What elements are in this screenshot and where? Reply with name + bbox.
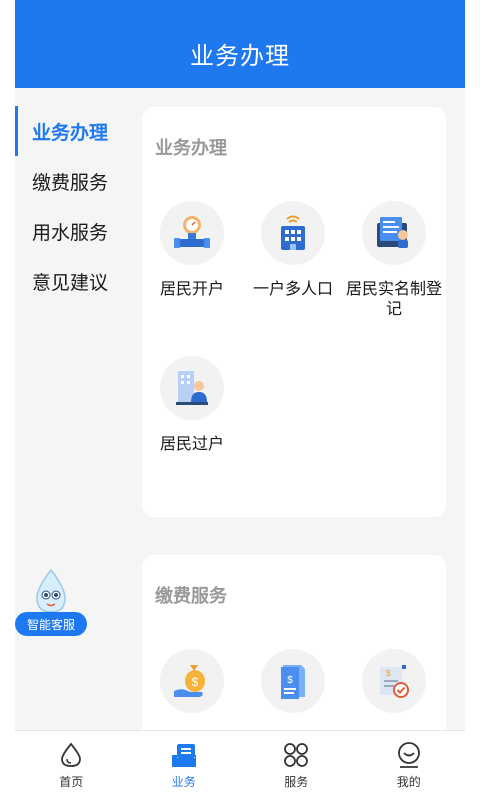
service-real-name-registration[interactable]: 居民实名制登记 [344,201,444,319]
sidebar-item-label: 意见建议 [32,271,109,294]
section-title: 缴费服务 [155,586,227,607]
service-label: 居民实名制登记 [345,279,442,318]
water-drop-mascot-icon [36,568,66,613]
service-label: 一户多人口 [252,279,333,298]
service-multi-person-household[interactable]: 一户多人口 [243,201,343,299]
water-drop-icon [61,742,82,767]
building-icon [261,201,325,265]
document-register-icon [362,201,426,265]
tab-label: 业务 [171,775,196,789]
bill-document-icon: $ [261,649,325,713]
payment-service-3[interactable]: $ [344,649,444,713]
page-title: 业务办理 [190,42,290,70]
app-screen: 业务办理 业务办理 缴费服务 用水服务 意见建议 业务办理 居民开户 一户多人口… [0,0,480,800]
business-tray-icon [171,744,196,767]
sidebar-item-feedback[interactable]: 意见建议 [15,256,133,306]
svg-text:$: $ [192,675,199,689]
person-building-icon [160,356,224,420]
water-meter-icon [160,201,224,265]
svg-text:$: $ [287,675,293,686]
sidebar-item-payment[interactable]: 缴费服务 [15,156,133,206]
tab-label: 首页 [59,775,84,789]
tab-business[interactable]: 业务 [128,731,241,800]
svg-text:$: $ [386,669,391,678]
payment-service-2[interactable]: $ [243,649,343,713]
money-bag-icon: $ [160,649,224,713]
tab-home[interactable]: 首页 [15,731,128,800]
sidebar-item-water-service[interactable]: 用水服务 [15,206,133,256]
sidebar-item-label: 业务办理 [32,121,109,144]
sidebar-item-business[interactable]: 业务办理 [15,106,133,156]
content-area: 业务办理 缴费服务 用水服务 意见建议 业务办理 居民开户 一户多人口 居民实名… [15,88,465,730]
business-card: 业务办理 居民开户 一户多人口 居民实名制登记 居民过户 [142,107,446,517]
sidebar-item-label: 缴费服务 [32,171,109,194]
payment-service-1[interactable]: $ [142,649,242,713]
smart-customer-service[interactable]: 智能客服 [15,568,91,640]
bottom-tab-bar: 首页 业务 服务 我的 [15,730,465,800]
service-residential-account-opening[interactable]: 居民开户 [142,201,242,299]
payment-card: 缴费服务 $ $ $ [142,555,446,730]
section-title: 业务办理 [155,138,227,159]
face-smile-icon [397,742,420,768]
service-label: 居民过户 [159,434,224,453]
service-label: 居民开户 [159,279,224,298]
service-residential-transfer[interactable]: 居民过户 [142,356,242,454]
tab-label: 我的 [396,775,421,789]
smart-customer-service-label: 智能客服 [15,612,87,636]
tab-mine[interactable]: 我的 [353,731,466,800]
header-bar: 业务办理 [15,0,465,88]
sidebar-item-label: 用水服务 [32,221,109,244]
tab-label: 服务 [284,775,309,789]
grid-petals-icon [284,743,309,767]
invoice-check-icon: $ [362,649,426,713]
tab-services[interactable]: 服务 [240,731,353,800]
